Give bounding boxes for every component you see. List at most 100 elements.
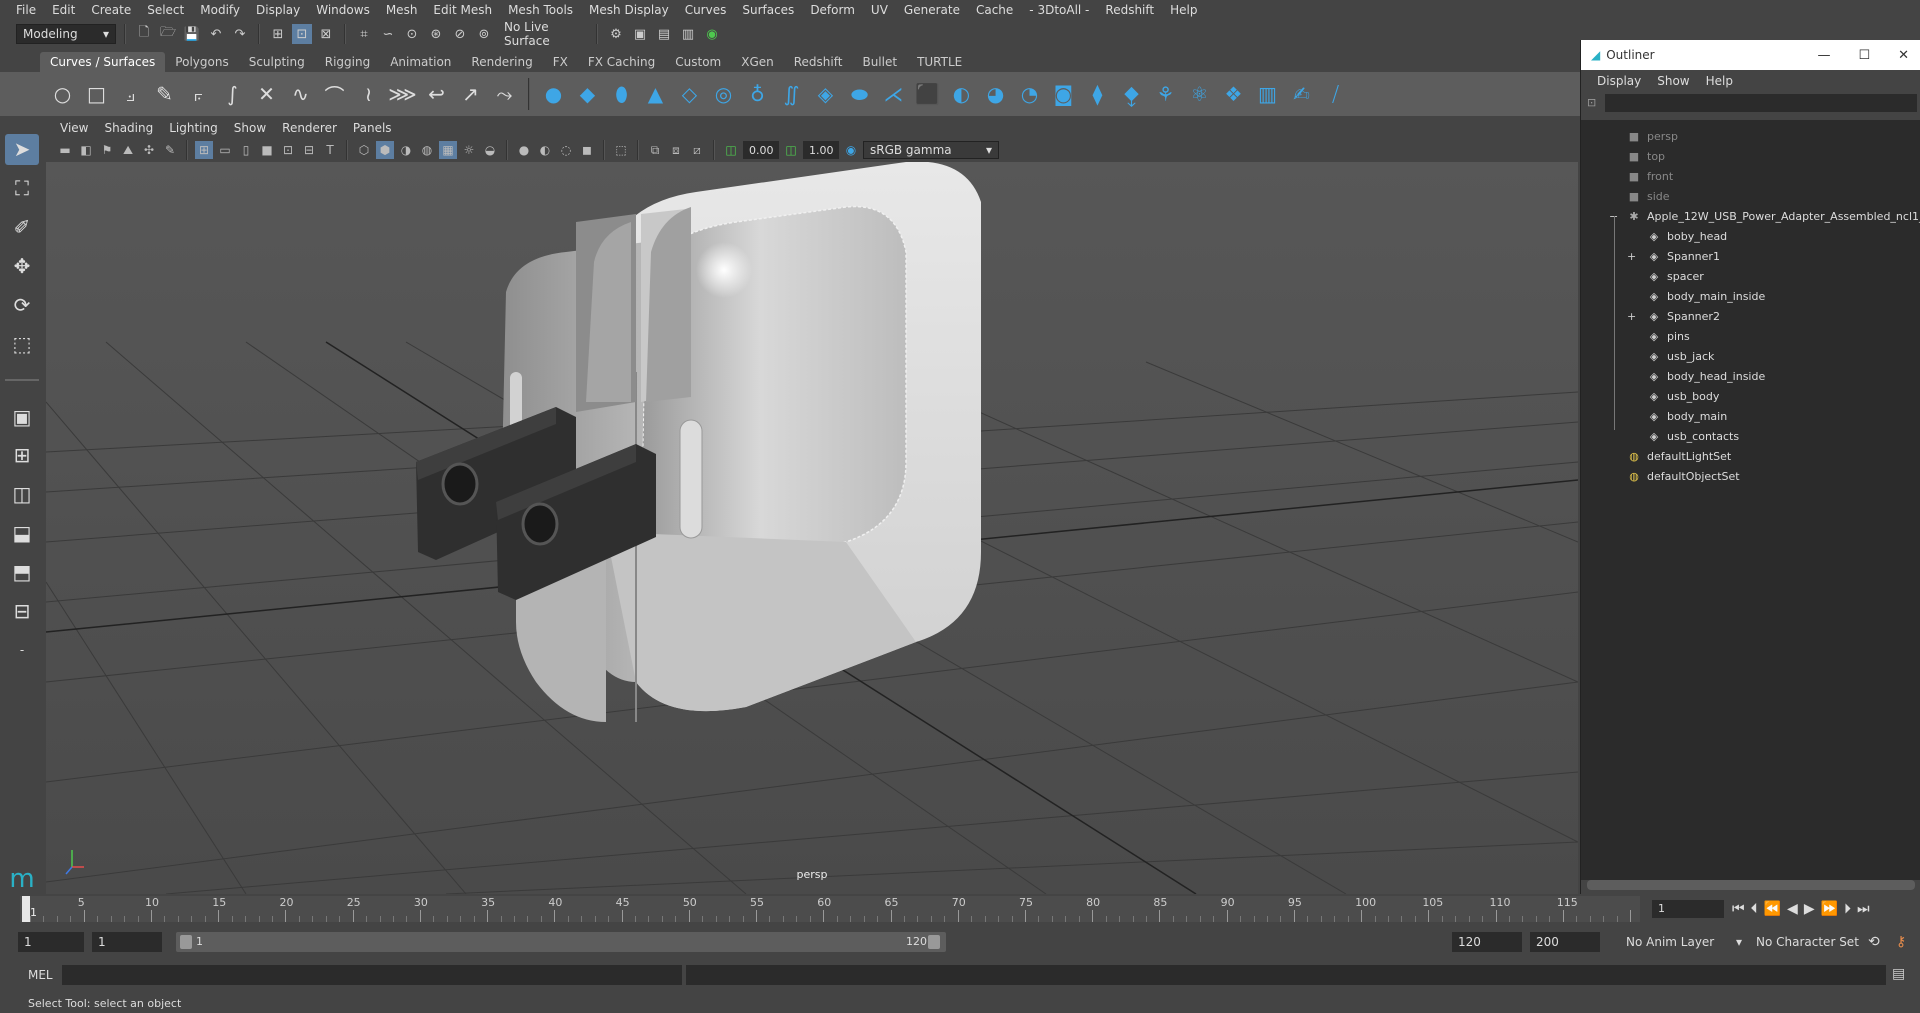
end-time-field[interactable]: 200 — [1530, 932, 1600, 952]
gamma-field[interactable]: 1.00 — [803, 141, 839, 159]
playback-end-field[interactable]: 120 — [1452, 932, 1522, 952]
shelf-tab-rendering[interactable]: Rendering — [461, 52, 542, 72]
boundary-icon[interactable]: ⬛ — [913, 78, 942, 110]
viewport-persp[interactable]: persp — [46, 162, 1578, 894]
curve-insert-knot-icon[interactable]: ⤳ — [490, 78, 519, 110]
paint-select-tool-icon[interactable]: ✐ — [5, 212, 39, 243]
camera-attr-icon[interactable]: ◧ — [77, 141, 95, 159]
render-frame-icon[interactable]: ▣ — [630, 24, 650, 44]
curve-intersect-icon[interactable]: ✕ — [252, 78, 281, 110]
snap-surface-icon[interactable]: ⊘ — [450, 24, 470, 44]
menu-generate[interactable]: Generate — [896, 0, 968, 20]
two-d-pan-icon[interactable]: ✣ — [140, 141, 158, 159]
menu-edit-mesh[interactable]: Edit Mesh — [425, 0, 500, 20]
auto-key-icon[interactable]: ⚷ — [1890, 932, 1916, 952]
step-back-frame-icon[interactable]: ⏴ — [1751, 901, 1758, 917]
menu-uv[interactable]: UV — [863, 0, 896, 20]
snap-magnet-icon[interactable]: ⊚ — [474, 24, 494, 44]
outliner-item-body-main[interactable]: ◈ body_main — [1647, 406, 1727, 426]
step-back-key-icon[interactable]: ⏪ — [1764, 901, 1781, 917]
ipr-render-icon[interactable]: ▤ — [654, 24, 674, 44]
shelf-tab-redshift[interactable]: Redshift — [784, 52, 853, 72]
shelf-tab-animation[interactable]: Animation — [380, 52, 461, 72]
depth-of-field-icon[interactable]: ◼ — [578, 141, 596, 159]
anim-layer-dropdown[interactable]: No Anim Layer ▾ — [1620, 932, 1746, 952]
close-icon[interactable]: ✕ — [1898, 48, 1909, 63]
outliner-item-persp[interactable]: ■ persp — [1627, 126, 1678, 146]
attach-surface-icon[interactable]: ⚘ — [1151, 78, 1180, 110]
live-surface-field[interactable]: No Live Surface — [498, 20, 588, 48]
menu-3dtoall[interactable]: - 3DtoAll - — [1021, 0, 1097, 20]
nurbs-square-icon[interactable]: □ — [82, 78, 111, 110]
curve-offset-icon[interactable]: ≀ — [354, 78, 383, 110]
bevel-surface-icon[interactable]: ◕ — [981, 78, 1010, 110]
filter-icon[interactable]: ⊡ — [1587, 96, 1596, 109]
outliner-item-front[interactable]: ■ front — [1627, 166, 1673, 186]
gamma-toggle-icon[interactable]: ◫ — [782, 141, 800, 159]
safe-title-icon[interactable]: T — [321, 141, 339, 159]
viewport-menu-lighting[interactable]: Lighting — [161, 121, 226, 135]
outliner-item-spanner1[interactable]: ◈ Spanner1 — [1647, 246, 1720, 266]
field-chart-icon[interactable]: ⊡ — [279, 141, 297, 159]
snap-curve-icon[interactable]: ∽ — [378, 24, 398, 44]
menu-display[interactable]: Display — [248, 0, 308, 20]
nurbs-circle-icon[interactable]: ○ — [48, 78, 77, 110]
single-view-layout-icon[interactable]: ▣ — [5, 401, 39, 432]
curve-attach-icon[interactable]: ∿ — [286, 78, 315, 110]
viewport-menu-renderer[interactable]: Renderer — [274, 121, 345, 135]
shelf-tab-curves-surfaces[interactable]: Curves / Surfaces — [40, 52, 166, 72]
outliner-item-group[interactable]: ✱ Apple_12W_USB_Power_Adapter_Assembled_n… — [1627, 206, 1920, 226]
current-frame-field[interactable]: 1 — [1652, 900, 1724, 918]
anti-aliasing-icon[interactable]: ◌ — [557, 141, 575, 159]
minimize-icon[interactable]: — — [1817, 48, 1830, 63]
curve-reverse-icon[interactable]: ↩ — [422, 78, 451, 110]
open-close-surface-icon[interactable]: ▥ — [1253, 78, 1282, 110]
ep-curve-icon[interactable]: ⟔ — [184, 78, 213, 110]
playhead[interactable] — [22, 896, 30, 922]
intersect-surface-icon[interactable]: ⧪ — [1117, 78, 1146, 110]
isolate-select-icon[interactable]: ⬚ — [612, 141, 630, 159]
use-lights-icon[interactable]: ☼ — [460, 141, 478, 159]
nurbs-cube-icon[interactable]: ◆ — [573, 78, 602, 110]
wireframe-icon[interactable]: ⬡ — [355, 141, 373, 159]
viewport-menu-view[interactable]: View — [52, 121, 96, 135]
go-to-start-icon[interactable]: ⏮ — [1732, 901, 1745, 917]
menu-deform[interactable]: Deform — [802, 0, 863, 20]
outliner-item-top[interactable]: ■ top — [1627, 146, 1665, 166]
outliner-item-usb-jack[interactable]: ◈ usb_jack — [1647, 346, 1715, 366]
script-editor-icon[interactable]: ▤ — [1892, 966, 1905, 982]
outliner-persp-graph-layout-icon[interactable]: ⬒ — [5, 557, 39, 588]
xray-joints-icon[interactable]: ⧉ — [646, 141, 664, 159]
outliner-menu-display[interactable]: Display — [1589, 74, 1649, 88]
scale-tool-icon[interactable]: ⬚ — [5, 328, 39, 359]
select-tool-icon[interactable]: ➤ — [5, 134, 39, 165]
menu-mesh[interactable]: Mesh — [378, 0, 426, 20]
exposure-field[interactable]: 0.00 — [743, 141, 779, 159]
menu-edit[interactable]: Edit — [44, 0, 83, 20]
pencil-curve-icon[interactable]: ✎ — [150, 78, 179, 110]
exposure-toggle-icon[interactable]: ◫ — [722, 141, 740, 159]
menu-surfaces[interactable]: Surfaces — [734, 0, 802, 20]
select-object-icon[interactable]: ⊡ — [292, 24, 312, 44]
shelf-tab-bullet[interactable]: Bullet — [852, 52, 907, 72]
outliner-item-spacer[interactable]: ◈ spacer — [1647, 266, 1704, 286]
undo-icon[interactable]: ↶ — [206, 24, 226, 44]
viewport-menu-shading[interactable]: Shading — [96, 121, 161, 135]
cv-curve-icon[interactable]: ⟓ — [116, 78, 145, 110]
shelf-tab-turtle[interactable]: TURTLE — [907, 52, 972, 72]
outliner-item-pins[interactable]: ◈ pins — [1647, 326, 1690, 346]
mel-input[interactable] — [62, 965, 682, 985]
range-start-handle[interactable] — [180, 935, 192, 949]
outliner-item-body-head-inside[interactable]: ◈ body_head_inside — [1647, 366, 1765, 386]
image-plane-icon[interactable]: ⛰ — [119, 141, 137, 159]
square-surface-icon[interactable]: ◐ — [947, 78, 976, 110]
bezier-curve-icon[interactable]: ∫ — [218, 78, 247, 110]
curve-extend-icon[interactable]: ↗ — [456, 78, 485, 110]
shelf-tab-sculpting[interactable]: Sculpting — [239, 52, 315, 72]
shelf-tab-fx[interactable]: FX — [543, 52, 578, 72]
outliner-horizontal-scrollbar[interactable] — [1587, 880, 1915, 890]
expand-icon[interactable]: + — [1627, 310, 1636, 323]
menu-cache[interactable]: Cache — [968, 0, 1021, 20]
snap-point-icon[interactable]: ⊙ — [402, 24, 422, 44]
menu-help[interactable]: Help — [1162, 0, 1205, 20]
